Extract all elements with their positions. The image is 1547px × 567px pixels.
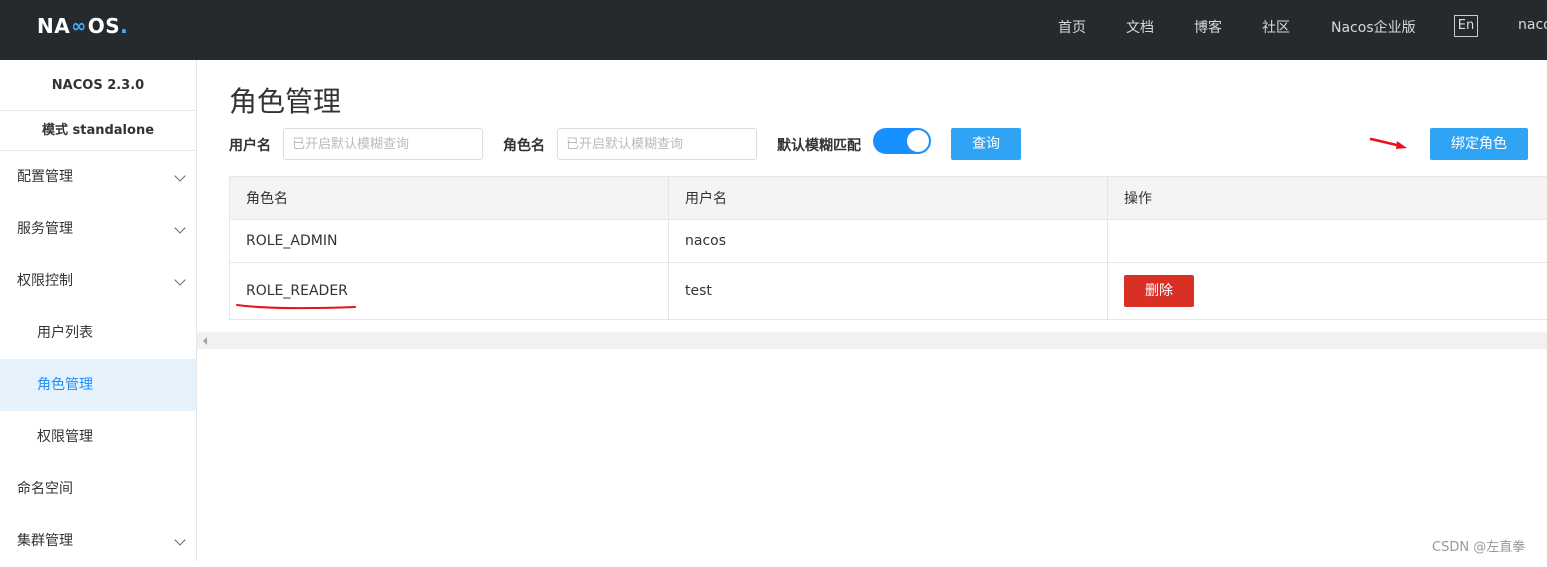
rolename-label: 角色名 [503,138,545,154]
toggle-knob [907,130,929,152]
sidebar-item-label: 命名空间 [17,481,73,497]
table-row: ROLE_ADMIN nacos [230,220,1547,263]
language-switch-button[interactable]: En [1454,15,1478,37]
sidebar-item-label: 角色管理 [37,377,93,393]
sidebar-item-role-management[interactable]: 角色管理 [0,359,196,411]
user-menu[interactable]: naco [1518,17,1547,33]
sidebar-item-cluster[interactable]: 集群管理 [0,515,196,567]
logo-text-start: NA [37,14,71,38]
query-button[interactable]: 查询 [951,128,1021,160]
fuzzy-match-label: 默认模糊匹配 [777,138,861,154]
logo-infinity-icon: ∞ [71,15,87,37]
logo-dot: . [120,14,129,38]
sidebar-item-service[interactable]: 服务管理 [0,203,196,255]
rolename-search-input[interactable] [557,128,757,160]
username-search-input[interactable] [283,128,483,160]
sidebar-item-label: 集群管理 [17,533,73,549]
logo-text-end: OS [87,14,121,38]
mode-label: 模式 standalone [0,111,196,151]
sidebar-item-auth[interactable]: 权限控制 [0,255,196,307]
page-title: 角色管理 [229,85,342,118]
sidebar-item-label: 配置管理 [17,169,73,185]
chevron-down-icon [174,534,186,546]
sidebar: NACOS 2.3.0 模式 standalone 配置管理 服务管理 权限控制… [0,60,197,561]
sidebar-item-label: 用户列表 [37,325,93,341]
sidebar-item-config[interactable]: 配置管理 [0,151,196,203]
actions-cell [1108,220,1547,262]
column-header-role: 角色名 [230,177,669,219]
chevron-down-icon [174,170,186,182]
table-header-row: 角色名 用户名 操作 [230,177,1547,220]
sidebar-item-namespace[interactable]: 命名空间 [0,463,196,515]
column-header-actions: 操作 [1124,191,1152,207]
red-annotation-arrow-icon [1369,137,1407,149]
nacos-logo[interactable]: NA ∞ OS . [37,14,128,38]
main-content: 角色管理 用户名 角色名 默认模糊匹配 查询 绑定角色 角色名 用户名 操作 R… [197,60,1547,561]
nav-home[interactable]: 首页 [1058,17,1086,37]
sidebar-item-label: 服务管理 [17,221,73,237]
actions-cell: 删除 [1108,263,1547,319]
horizontal-scrollbar[interactable] [197,332,1547,349]
csdn-watermark: CSDN @左直拳 [1432,540,1526,555]
sidebar-item-user-list[interactable]: 用户列表 [0,307,196,359]
chevron-down-icon [174,274,186,286]
nav-enterprise[interactable]: Nacos企业版 [1331,17,1416,37]
column-header-username: 用户名 [669,177,1108,219]
nav-docs[interactable]: 文档 [1126,17,1154,37]
sidebar-item-label: 权限管理 [37,429,93,445]
sidebar-item-label: 权限控制 [17,273,73,289]
scroll-left-arrow-icon[interactable] [203,337,207,345]
delete-button[interactable]: 删除 [1124,275,1194,307]
sidebar-item-permission-management[interactable]: 权限管理 [0,411,196,463]
table-row: ROLE_READER test 删除 [230,263,1547,319]
role-cell: ROLE_ADMIN [230,220,669,262]
username-label: 用户名 [229,138,271,154]
bind-role-button[interactable]: 绑定角色 [1430,128,1528,160]
roles-table: 角色名 用户名 操作 ROLE_ADMIN nacos ROLE_READER … [229,176,1547,320]
red-underline-annotation [236,304,356,310]
nav-blog[interactable]: 博客 [1194,17,1222,37]
chevron-down-icon [174,222,186,234]
username-cell: test [669,263,1108,319]
top-navbar: NA ∞ OS . 首页 文档 博客 社区 Nacos企业版 En naco [0,0,1547,60]
fuzzy-match-toggle[interactable] [873,128,931,154]
nav-community[interactable]: 社区 [1262,17,1290,37]
version-label: NACOS 2.3.0 [0,60,196,111]
username-cell: nacos [669,220,1108,262]
